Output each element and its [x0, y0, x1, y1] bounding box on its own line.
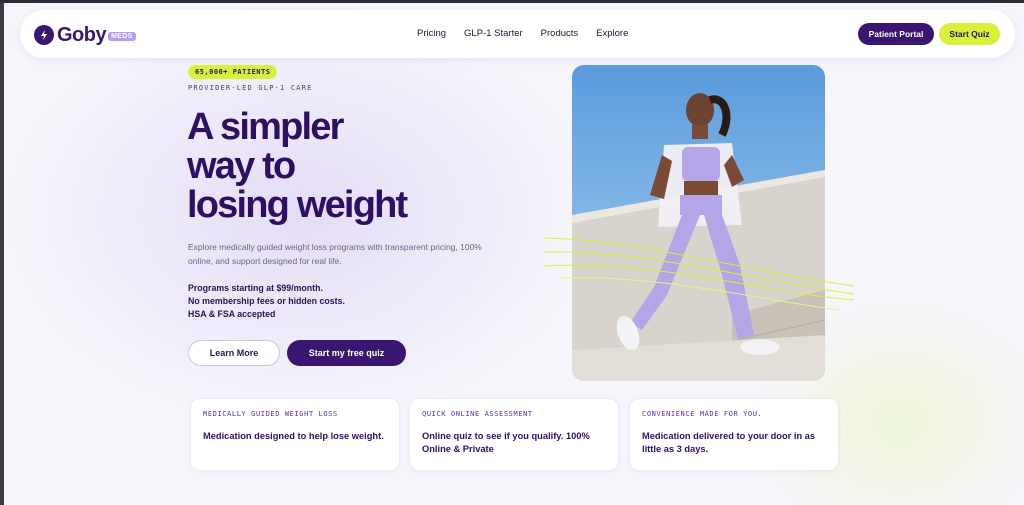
- pricing-line-fees: No membership fees or hidden costs.: [188, 296, 345, 306]
- patient-portal-button[interactable]: Patient Portal: [858, 23, 934, 45]
- nav-link-products[interactable]: Products: [541, 28, 579, 39]
- nav-link-explore[interactable]: Explore: [596, 28, 628, 39]
- card-text: Medication delivered to your door in as …: [642, 431, 816, 454]
- patients-badge: 65,000+ PATIENTS: [188, 65, 278, 79]
- learn-more-button[interactable]: Learn More: [188, 340, 280, 366]
- decorative-lines: [543, 237, 855, 311]
- nav-link-pricing[interactable]: Pricing: [417, 28, 446, 39]
- feature-card-convenience: CONVENIENCE MADE FOR YOU. Medication del…: [629, 398, 839, 471]
- bolt-icon: [34, 25, 54, 45]
- card-text: Online quiz to see if you qualify. 100% …: [422, 431, 590, 454]
- card-eyebrow: QUICK ONLINE ASSESSMENT: [422, 410, 533, 418]
- pricing-line-hsa: HSA & FSA accepted: [188, 309, 276, 319]
- start-quiz-button[interactable]: Start Quiz: [939, 23, 1000, 45]
- nav-link-glp1-starter[interactable]: GLP-1 Starter: [464, 28, 523, 39]
- hero-photo-runner: [572, 65, 825, 381]
- hero-subtext: Explore medically guided weight loss pro…: [188, 242, 482, 266]
- brand-logo[interactable]: Goby MEDS: [34, 23, 136, 47]
- card-eyebrow: CONVENIENCE MADE FOR YOU.: [642, 410, 763, 418]
- hero-eyebrow: PROVIDER-LED GLP-1 CARE: [188, 84, 313, 92]
- site-header: Goby MEDS Pricing GLP-1 Starter Products…: [20, 10, 1015, 58]
- headline-line-3: losing weight: [187, 184, 408, 226]
- card-text: Medication designed to help lose weight.: [203, 431, 384, 441]
- feature-card-medical: MEDICALLY GUIDED WEIGHT LOSS Medication …: [190, 398, 400, 471]
- headline-line-1: A simpler: [187, 106, 344, 148]
- hero-headline: A simpler way to losing weight: [187, 108, 517, 225]
- pricing-highlights: Programs starting at $99/month. No membe…: [188, 282, 508, 321]
- left-window-edge: [0, 3, 4, 505]
- feature-card-assessment: QUICK ONLINE ASSESSMENT Online quiz to s…: [409, 398, 619, 471]
- card-eyebrow: MEDICALLY GUIDED WEIGHT LOSS: [203, 410, 338, 418]
- main-nav: Pricing GLP-1 Starter Products Explore: [417, 28, 646, 39]
- brand-name: Goby: [57, 23, 107, 46]
- brand-badge: MEDS: [108, 32, 136, 41]
- pricing-line-price: Programs starting at $99/month.: [188, 283, 323, 293]
- start-free-quiz-button[interactable]: Start my free quiz: [287, 340, 406, 366]
- headline-line-2: way to: [187, 145, 296, 187]
